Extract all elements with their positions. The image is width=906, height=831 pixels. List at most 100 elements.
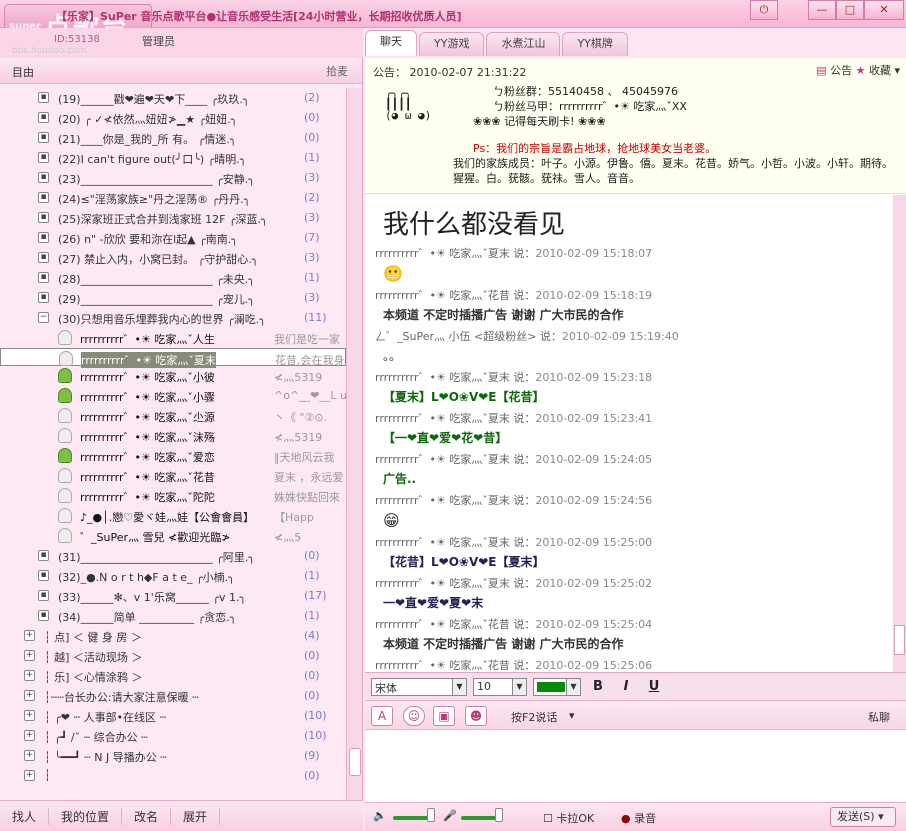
font-style-icon[interactable]: A: [371, 706, 393, 726]
tab-3[interactable]: YY棋牌: [562, 32, 628, 56]
sender-name[interactable]: rrrrrrrrrr゛•☀ 吃家灬ˇ夏末: [375, 247, 510, 260]
user-icon[interactable]: [58, 508, 72, 523]
record-button[interactable]: ● 录音: [621, 810, 656, 826]
sender-name[interactable]: rrrrrrrrrr゛•☀ 吃家灬ˇ花昔: [375, 659, 510, 672]
menu-dropdown[interactable]: 目由: [12, 64, 34, 80]
lock-icon[interactable]: ▪: [38, 590, 49, 601]
sender-name[interactable]: rrrrrrrrrr゛•☀ 吃家灬ˇ夏末: [375, 577, 510, 590]
mic-knob[interactable]: [495, 808, 503, 822]
user-row[interactable]: rrrrrrrrrr゛•☀ 吃家灬ˇ花昔 夏末 ，永远爱: [0, 466, 346, 486]
chat-scrollbar[interactable]: [893, 195, 906, 673]
lock-icon[interactable]: ▪: [38, 172, 49, 183]
channel-row[interactable]: ▪ (32)_●.N o r t h◆F a t e_ ╭小楠.╮ (1): [0, 566, 346, 586]
chevron-down-icon[interactable]: ▾: [569, 709, 575, 722]
sender-name[interactable]: rrrrrrrrrr゛•☀ 吃家灬ˇ夏末: [375, 536, 510, 549]
user-icon[interactable]: [58, 408, 72, 423]
footer-button-2[interactable]: 改名: [122, 807, 172, 825]
private-chat-button[interactable]: 私聊: [868, 709, 890, 725]
channel-row[interactable]: ▪ (26) n" -欣欣 要和沵在l起▲ ╭南南.╮ (7): [0, 228, 346, 248]
sender-name[interactable]: rrrrrrrrrr゛•☀ 吃家灬ˇ夏末: [375, 371, 510, 384]
channel-row[interactable]: + ┆ 越] ＜活动现场 ＞ (0): [0, 646, 346, 666]
sender-name[interactable]: rrrrrrrrrr゛•☀ 吃家灬ˇ花昔: [375, 289, 510, 302]
expand-icon[interactable]: +: [24, 730, 35, 741]
karaoke-checkbox[interactable]: ☐ 卡拉OK: [543, 810, 594, 826]
channel-row[interactable]: ▪ (20) ╭ ✓≮依然灬妞妞≯▁★ ╭妞妞.╮ (0): [0, 108, 346, 128]
user-row[interactable]: rrrrrrrrrr゛•☀ 吃家灬ˇ陀陀 姝姝快點回來: [0, 486, 346, 506]
italic-button[interactable]: I: [615, 679, 637, 694]
lock-icon[interactable]: ▪: [38, 192, 49, 203]
action-icon[interactable]: ☻: [465, 706, 487, 726]
color-select[interactable]: ▼: [533, 677, 581, 696]
expand-icon[interactable]: +: [24, 650, 35, 661]
channel-row[interactable]: + ┆ ╭❤ ┄ 人事部•在线区 ┄ (10): [0, 706, 346, 726]
user-icon[interactable]: [58, 448, 72, 463]
volume-knob[interactable]: [427, 808, 435, 822]
scroll-thumb[interactable]: [349, 748, 361, 776]
channel-row[interactable]: ▪ (33)______✻、v 1'乐窝______ ╭v 1.╮ (17): [0, 586, 346, 606]
channel-row[interactable]: + ┆ (0): [0, 766, 346, 786]
expand-icon[interactable]: +: [24, 770, 35, 781]
user-icon[interactable]: [58, 368, 72, 383]
lock-icon[interactable]: ▪: [38, 252, 49, 263]
channel-row[interactable]: + ┆ 点] ＜ 健 身 房 ＞ (4): [0, 626, 346, 646]
channel-row[interactable]: ▪ (24)≤"淫荡家族≥"丹之淫荡® ╭丹丹.╮ (2): [0, 188, 346, 208]
speaker-icon[interactable]: 🔈: [373, 809, 387, 822]
tab-0[interactable]: 聊天: [365, 30, 417, 56]
lock-icon[interactable]: ▪: [38, 610, 49, 621]
user-icon[interactable]: [58, 330, 72, 345]
lock-icon[interactable]: ▪: [38, 272, 49, 283]
footer-button-0[interactable]: 找人: [0, 807, 50, 825]
lock-icon[interactable]: ▪: [38, 292, 49, 303]
lock-icon[interactable]: ▪: [38, 570, 49, 581]
lock-icon[interactable]: ▪: [38, 112, 49, 123]
channel-row[interactable]: ▪ (22)I can't figure out(╯口╰) ╭晴明.╮ (1): [0, 148, 346, 168]
channel-row[interactable]: ▪ (27) 禁止入内，小窝已封。 ╭守护甜心.╮ (3): [0, 248, 346, 268]
user-icon[interactable]: [58, 488, 72, 503]
tab-2[interactable]: 水煮江山: [486, 32, 561, 56]
close-button[interactable]: ✕: [864, 0, 904, 20]
user-row[interactable]: rrrrrrrrrr゛•☀ 吃家灬ˇ沫殇 ≮灬5319: [0, 426, 346, 446]
sender-name[interactable]: rrrrrrrrrr゛•☀ 吃家灬ˇ夏末: [375, 453, 510, 466]
maximize-button[interactable]: □: [836, 0, 864, 20]
channel-row[interactable]: ▪ (31)________________________ ╭阿里.╮ (0): [0, 546, 346, 566]
channel-row[interactable]: ▪ (25)深家班正式合并到浅家班 12F ╭深蓝.╮ (3): [0, 208, 346, 228]
user-row[interactable]: ♪_●│.戀♡愛ヾ娃灬娃【公會會員】 【Happ: [0, 506, 346, 526]
sender-name[interactable]: rrrrrrrrrr゛•☀ 吃家灬ˇ花昔: [375, 618, 510, 631]
underline-button[interactable]: U: [643, 679, 665, 694]
message-input[interactable]: [365, 730, 906, 802]
channel-row[interactable]: + ┆┄┄台长办公:请大家注意保暖 ┄ (0): [0, 686, 346, 706]
power-button[interactable]: ⏻: [750, 0, 778, 20]
expand-icon[interactable]: +: [24, 690, 35, 701]
footer-button-1[interactable]: 我的位置: [49, 807, 123, 825]
mic-button[interactable]: 拾麦: [326, 63, 348, 79]
send-button[interactable]: 发送(S) ▾: [830, 807, 896, 827]
bold-button[interactable]: B: [587, 679, 609, 694]
user-row[interactable]: rrrrrrrrrr゛•☀ 吃家灬ˇ夏末 花昔,会在我身: [0, 348, 346, 368]
emoji-icon[interactable]: ☺: [403, 706, 425, 726]
favorite-button[interactable]: 收藏: [869, 64, 891, 77]
sender-name[interactable]: rrrrrrrrrr゛•☀ 吃家灬ˇ夏末: [375, 412, 510, 425]
tree-scrollbar[interactable]: [346, 88, 362, 800]
lock-icon[interactable]: ▪: [38, 92, 49, 103]
user-row[interactable]: rrrrrrrrrr゛•☀ 吃家灬ˇ人生 我们是吃一家: [0, 328, 346, 348]
user-row[interactable]: rrrrrrrrrr゛•☀ 吃家灬ˇ尐源 丶《 "②⊙.: [0, 406, 346, 426]
chat-scroll-thumb[interactable]: [894, 625, 905, 655]
image-icon[interactable]: ▣: [433, 706, 455, 726]
user-row[interactable]: ゛_SuPer灬 雪兒 ≮歡迎光臨≯ ≮灬5: [0, 526, 346, 546]
mic-icon[interactable]: 🎤: [443, 809, 457, 822]
minimize-button[interactable]: —: [808, 0, 836, 20]
footer-button-3[interactable]: 展开: [171, 807, 221, 825]
lock-icon[interactable]: ▪: [38, 132, 49, 143]
font-select[interactable]: 宋体 ▼: [371, 677, 467, 696]
collapse-icon[interactable]: −: [38, 312, 49, 323]
sender-name[interactable]: rrrrrrrrrr゛•☀ 吃家灬ˇ夏末: [375, 494, 510, 507]
user-icon[interactable]: [59, 351, 73, 366]
user-icon[interactable]: [58, 388, 72, 403]
expand-icon[interactable]: +: [24, 750, 35, 761]
channel-row[interactable]: ▪ (34)______简单 __________ ╭贪恋.╮ (1): [0, 606, 346, 626]
channel-row[interactable]: ▪ (28)________________________ ╭未央.╮ (1): [0, 268, 346, 288]
user-icon[interactable]: [58, 528, 72, 543]
tab-1[interactable]: YY游戏: [419, 32, 485, 56]
channel-row[interactable]: + ┆ ╭┛ /ˇ ┄ 综合办公 ┄ (10): [0, 726, 346, 746]
user-icon[interactable]: [58, 428, 72, 443]
